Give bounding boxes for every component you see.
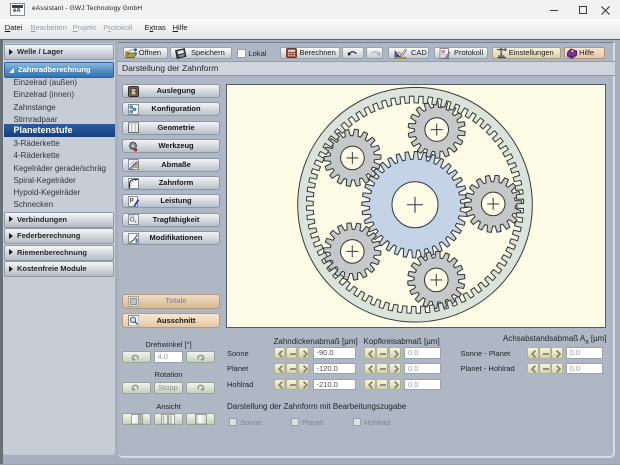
svg-text:P: P <box>129 198 133 204</box>
